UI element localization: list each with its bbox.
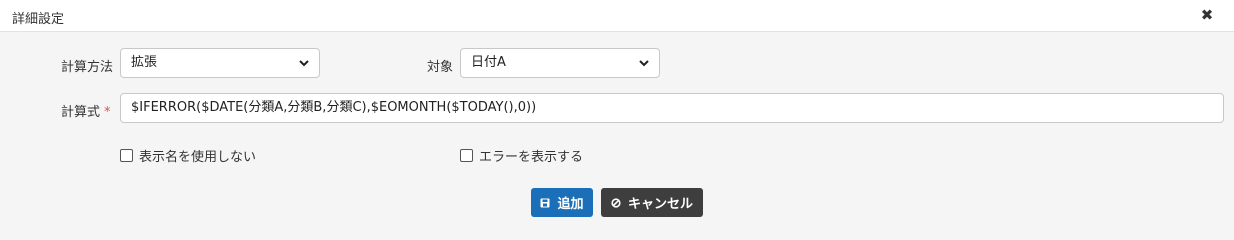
formula-label: 計算式 *	[61, 101, 111, 120]
target-select[interactable]: 日付A	[460, 48, 660, 78]
add-button[interactable]: 追加	[531, 188, 593, 217]
calc-method-select[interactable]: 拡張	[120, 48, 320, 78]
formula-label-text: 計算式	[61, 105, 101, 120]
formula-input[interactable]: $IFERROR($DATE(分類A,分類B,分類C),$EOMONTH($TO…	[120, 93, 1224, 123]
save-icon	[540, 198, 550, 207]
hide-display-name-checkbox[interactable]: 表示名を使用しない	[120, 146, 256, 165]
required-mark: *	[104, 105, 111, 120]
dialog-title: 詳細設定	[12, 12, 65, 27]
calc-method-value: 拡張	[131, 55, 158, 70]
cancel-button[interactable]: キャンセル	[601, 188, 703, 217]
target-label: 対象	[427, 60, 454, 75]
target-value: 日付A	[471, 55, 506, 70]
hide-display-name-label: 表示名を使用しない	[139, 150, 257, 165]
close-icon[interactable]: ✖	[1200, 7, 1214, 23]
calc-method-label: 計算方法	[61, 60, 114, 75]
ban-icon	[611, 197, 621, 208]
add-button-label: 追加	[557, 197, 584, 212]
detail-settings-dialog: 詳細設定 ✖ 計算方法 拡張 対象 日付A 計算式 * $IFERROR($DAT…	[0, 0, 1234, 233]
show-error-checkbox[interactable]: エラーを表示する	[460, 146, 583, 165]
dialog-header: 詳細設定 ✖	[0, 0, 1234, 32]
show-error-label: エラーを表示する	[479, 150, 584, 165]
checkbox-box[interactable]	[120, 149, 133, 162]
chevron-down-icon	[639, 60, 649, 67]
checkbox-box[interactable]	[460, 149, 473, 162]
cancel-button-label: キャンセル	[627, 197, 693, 212]
chevron-down-icon	[299, 60, 309, 67]
